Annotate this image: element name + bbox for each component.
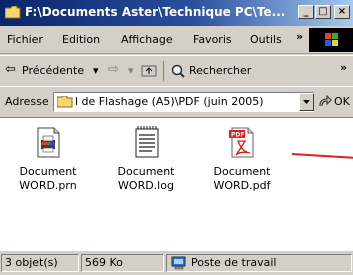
folder-open-icon <box>57 96 73 108</box>
file-name-line1: Document <box>213 165 271 178</box>
file-item-log[interactable]: Document WORD.log <box>106 126 186 193</box>
windows-flag-icon <box>325 33 338 46</box>
computer-icon <box>171 256 186 270</box>
window-title: F:\Documents Aster\Technique PC\Te... <box>25 5 286 19</box>
forward-arrow-icon[interactable]: ⇨ <box>108 62 119 77</box>
go-button[interactable]: OK <box>334 95 350 108</box>
menu-more-chevron[interactable]: » <box>296 30 303 43</box>
log-file-icon <box>135 126 159 158</box>
address-bar: Adresse l de Flashage (A5)\PDF (juin 200… <box>0 86 353 118</box>
menu-bar: Fichier Edition Affichage Favoris Outils… <box>0 27 353 54</box>
minimize-button[interactable]: _ <box>298 5 314 19</box>
prn-file-icon <box>37 127 60 158</box>
file-name-line2: WORD.pdf <box>213 179 271 192</box>
back-dropdown-icon[interactable]: ▾ <box>93 64 99 77</box>
menu-affichage[interactable]: Affichage <box>121 33 173 46</box>
pdf-file-icon: PDF <box>229 127 254 158</box>
status-location: Poste de travail <box>166 254 352 272</box>
address-label: Adresse <box>5 95 49 108</box>
address-dropdown-button[interactable] <box>299 93 314 111</box>
back-button[interactable]: Précédente <box>22 64 84 77</box>
explorer-window: F:\Documents Aster\Technique PC\Te... _ … <box>0 0 353 275</box>
menu-edition[interactable]: Edition <box>62 33 100 46</box>
svg-text:PDF: PDF <box>231 132 244 139</box>
toolbar-more-chevron[interactable]: » <box>340 61 347 74</box>
chevron-down-icon <box>303 100 310 104</box>
close-button[interactable]: × <box>334 5 350 19</box>
search-button[interactable]: Rechercher <box>189 64 251 77</box>
file-name-line1: Document <box>117 165 175 178</box>
maximize-button[interactable]: □ <box>315 5 331 19</box>
address-field[interactable]: l de Flashage (A5)\PDF (juin 2005) <box>53 92 314 112</box>
title-bar[interactable]: F:\Documents Aster\Technique PC\Te... _ … <box>0 0 353 26</box>
menu-outils[interactable]: Outils <box>250 33 282 46</box>
status-size: 569 Ko <box>81 254 164 272</box>
status-bar: 3 objet(s) 569 Ko Poste de travail <box>0 251 353 275</box>
status-location-label: Poste de travail <box>191 256 277 269</box>
address-value: l de Flashage (A5)\PDF (juin 2005) <box>75 95 264 108</box>
up-folder-icon[interactable] <box>141 63 158 78</box>
file-item-pdf[interactable]: PDF Document WORD.pdf <box>202 126 282 193</box>
file-name-line2: WORD.log <box>118 179 174 192</box>
file-list-pane[interactable]: Document WORD.prn Document WORD.log PDF … <box>0 117 353 252</box>
search-icon[interactable] <box>170 63 186 79</box>
file-item-prn[interactable]: Document WORD.prn <box>8 126 88 193</box>
folder-icon <box>5 6 21 19</box>
toolbar-separator <box>163 61 164 81</box>
menu-fichier[interactable]: Fichier <box>7 33 43 46</box>
back-arrow-icon[interactable]: ⇦ <box>5 62 16 77</box>
file-name-line2: WORD.prn <box>19 179 77 192</box>
forward-dropdown-icon[interactable]: ▾ <box>128 64 134 77</box>
navigation-toolbar: ⇦ Précédente ▾ ⇨ ▾ Rechercher » <box>0 55 353 87</box>
status-object-count: 3 objet(s) <box>1 254 79 272</box>
windows-logo <box>309 28 353 52</box>
menu-favoris[interactable]: Favoris <box>193 33 232 46</box>
file-name-line1: Document <box>19 165 77 178</box>
go-arrow-icon[interactable] <box>318 95 332 109</box>
